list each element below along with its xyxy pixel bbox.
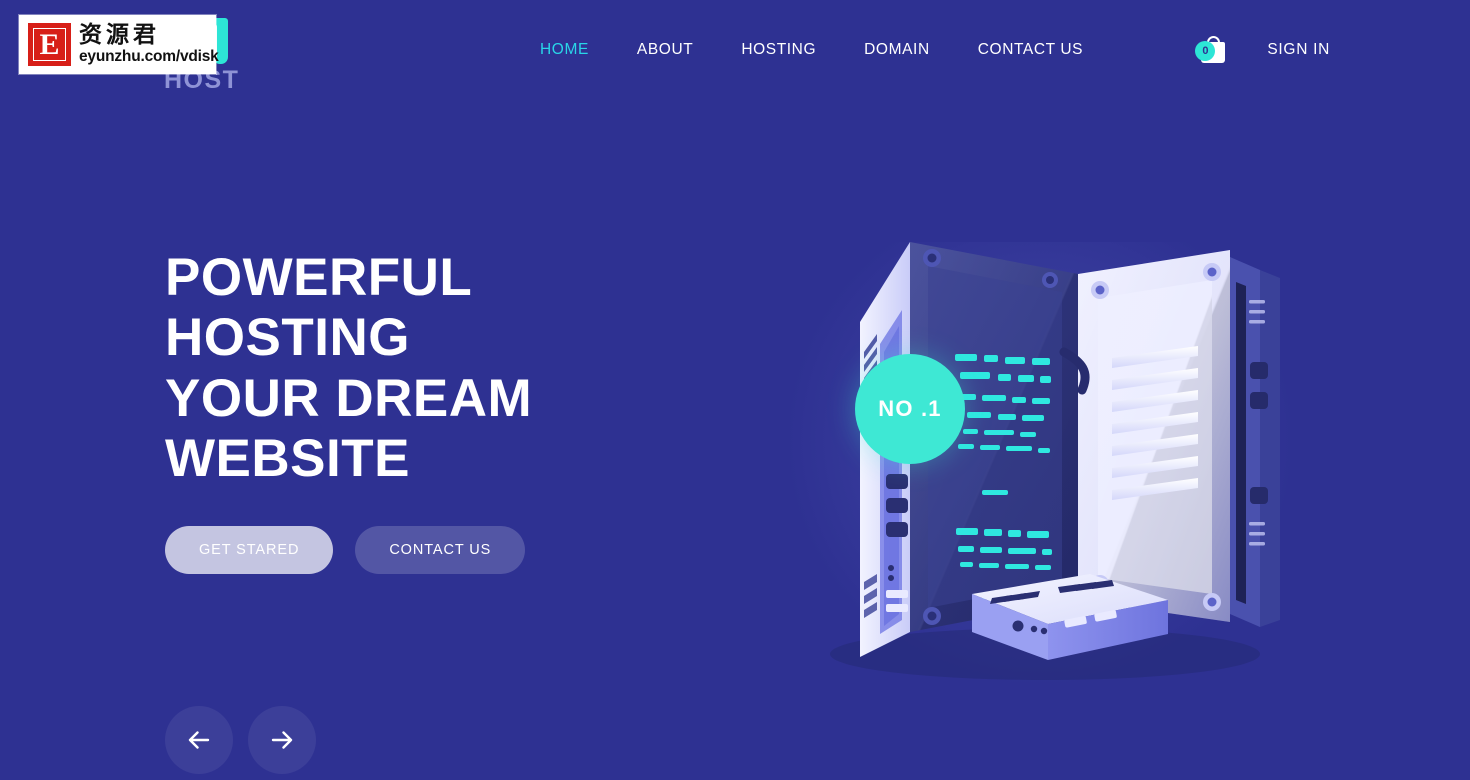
hero-content: POWERFUL HOSTING YOUR DREAM WEBSITE GET … — [165, 248, 725, 574]
watermark-logo-icon: E — [28, 23, 71, 66]
arrow-left-icon — [188, 731, 210, 749]
hero-title-line-4: WEBSITE — [165, 429, 410, 489]
watermark-logo-letter: E — [33, 28, 66, 61]
page-title: POWERFUL HOSTING YOUR DREAM WEBSITE — [165, 248, 725, 490]
shopping-bag-icon[interactable]: 0 — [1195, 34, 1229, 66]
nav-item-domain[interactable]: DOMAIN — [840, 35, 954, 65]
hero-page: HOST HOME ABOUT HOSTING DOMAIN CONTACT U… — [0, 0, 1470, 780]
slider-next-button[interactable] — [248, 706, 316, 774]
sign-in-button[interactable]: SIGN IN — [1267, 41, 1330, 59]
site-header: HOST HOME ABOUT HOSTING DOMAIN CONTACT U… — [0, 0, 1470, 100]
hero-title-line-2: HOSTING — [165, 308, 410, 368]
watermark-chinese-text: 资源君 — [79, 22, 160, 49]
server-racks-illustration: NO .1 — [760, 222, 1320, 692]
slider-prev-button[interactable] — [165, 706, 233, 774]
watermark-text-block: 资源君 eyunzhu.com/vdisk — [79, 23, 219, 66]
get-started-button[interactable]: GET STARED — [165, 525, 334, 574]
nav-item-hosting[interactable]: HOSTING — [717, 35, 840, 65]
watermark-overlay: E 资源君 eyunzhu.com/vdisk — [19, 15, 219, 74]
no1-badge: NO .1 — [855, 354, 965, 464]
nav-item-home[interactable]: HOME — [516, 35, 613, 65]
header-actions: 0 SIGN IN — [1195, 0, 1330, 100]
watermark-url: eyunzhu.com/vdisk — [79, 48, 219, 66]
hero-button-group: GET STARED CONTACT US — [165, 525, 725, 574]
contact-us-button[interactable]: CONTACT US — [355, 525, 526, 574]
slider-navigation — [165, 706, 316, 774]
hero-title-line-3: YOUR DREAM — [165, 368, 533, 428]
nav-item-about[interactable]: ABOUT — [613, 35, 717, 65]
no1-badge-label: NO .1 — [878, 396, 942, 421]
nav-item-contact-us[interactable]: CONTACT US — [954, 35, 1107, 65]
hero-title-line-1: POWERFUL — [165, 248, 473, 307]
server-illustration-svg — [830, 242, 1280, 680]
arrow-right-icon — [271, 731, 293, 749]
main-navigation: HOME ABOUT HOSTING DOMAIN CONTACT US — [516, 0, 1107, 100]
